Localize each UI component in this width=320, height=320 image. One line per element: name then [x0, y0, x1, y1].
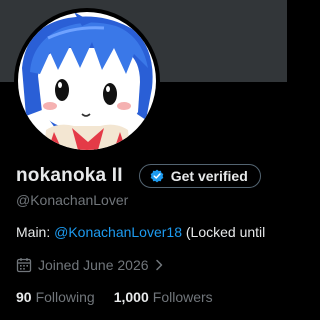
- chevron-right-icon: [155, 259, 162, 271]
- name-row: nokanoka II Get verified: [16, 164, 261, 188]
- followers-label: Followers: [152, 289, 213, 305]
- follow-stats: 90 Following 1,000 Followers: [16, 288, 213, 306]
- bio-prefix: Main:: [16, 224, 55, 240]
- profile-handle: @KonachanLover: [16, 192, 129, 208]
- profile-bio: Main: @KonachanLover18 (Locked until: [16, 224, 265, 240]
- joined-date-text: Joined June 2026: [38, 257, 149, 273]
- anime-girl-avatar-icon: [18, 12, 156, 150]
- followers-count: 1,000: [113, 289, 149, 305]
- bio-mention-link[interactable]: @KonachanLover18: [54, 224, 182, 240]
- bio-suffix: (Locked until: [181, 224, 266, 240]
- joined-date-row[interactable]: Joined June 2026: [16, 256, 165, 274]
- avatar[interactable]: [18, 12, 156, 150]
- calendar-icon: [16, 258, 32, 273]
- get-verified-label: Get verified: [170, 168, 248, 184]
- avatar-ring: [14, 8, 160, 154]
- following-label: Following: [35, 289, 95, 305]
- followers-link[interactable]: 1,000 Followers: [114, 289, 213, 305]
- get-verified-button[interactable]: Get verified: [138, 164, 261, 188]
- following-link[interactable]: 90 Following: [16, 289, 95, 305]
- profile-header: nokanoka II Get verified @KonachanLover …: [0, 0, 287, 320]
- verified-badge-icon: [150, 169, 164, 183]
- following-count: 90: [16, 289, 32, 305]
- display-name: nokanoka II: [16, 165, 123, 186]
